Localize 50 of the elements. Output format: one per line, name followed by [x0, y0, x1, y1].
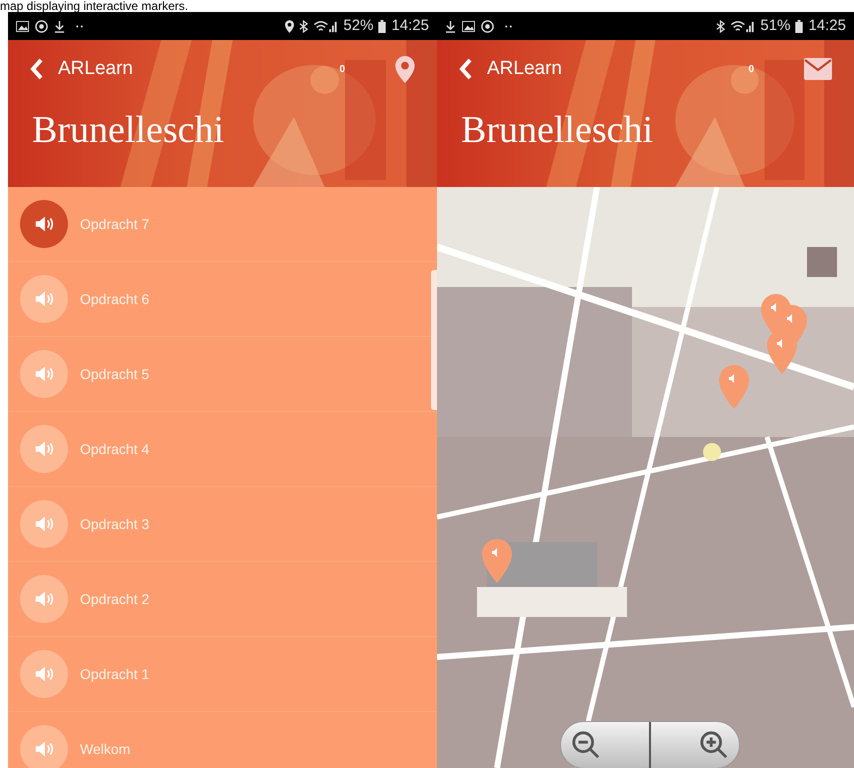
target-icon: [35, 20, 48, 32]
audio-marker[interactable]: [482, 539, 512, 583]
target-icon: [481, 20, 494, 32]
caption-text: map displaying interactive markers.: [0, 0, 190, 12]
speaker-button[interactable]: [20, 500, 68, 548]
list-item[interactable]: Welkom: [20, 725, 425, 768]
speaker-button[interactable]: [20, 725, 68, 768]
list-item[interactable]: Opdracht 7: [20, 200, 425, 248]
item-label: Opdracht 1: [80, 664, 150, 684]
battery-icon: [378, 20, 386, 32]
wifi-signal-icon: [313, 20, 338, 32]
speaker-button[interactable]: [20, 350, 68, 398]
item-label: Opdracht 3: [80, 514, 150, 534]
speaker-button[interactable]: [20, 200, 68, 248]
zoom-out-icon: [571, 730, 601, 760]
battery-icon: [795, 20, 804, 32]
audio-marker-cluster[interactable]: [761, 294, 807, 376]
list-item[interactable]: Opdracht 1: [20, 650, 425, 698]
clock-time: 14:25: [808, 16, 846, 36]
speaker-button[interactable]: [20, 650, 68, 698]
audio-marker[interactable]: [719, 365, 749, 409]
bluetooth-icon: [299, 20, 308, 32]
item-label: Opdracht 5: [80, 364, 150, 384]
item-label: Opdracht 6: [80, 290, 150, 309]
battery-percent: 52%: [343, 16, 374, 36]
battery-percent: 51%: [760, 16, 790, 36]
dots-icon: [504, 24, 513, 28]
item-label: Opdracht 2: [80, 590, 150, 609]
image-icon: [462, 20, 475, 32]
list-item[interactable]: Opdracht 5: [20, 350, 425, 398]
download-icon: [54, 20, 65, 32]
list-item[interactable]: Opdracht 3: [20, 500, 425, 548]
zoom-in-icon: [699, 730, 729, 760]
clock-time: 14:25: [391, 16, 429, 36]
item-label: Opdracht 4: [80, 440, 150, 459]
image-icon: [16, 20, 29, 32]
item-label: Welkom: [80, 740, 130, 758]
dots-icon: [75, 24, 84, 28]
wifi-signal-icon: [730, 20, 756, 32]
location-pin-icon: [285, 20, 294, 32]
list-item[interactable]: Opdracht 4: [20, 425, 425, 473]
bluetooth-icon: [716, 20, 726, 32]
scrollbar-thumb[interactable]: [431, 270, 437, 410]
download-icon: [445, 20, 456, 32]
speaker-button[interactable]: [20, 275, 68, 323]
list-item[interactable]: Opdracht 6: [20, 275, 425, 323]
list-item[interactable]: Opdracht 2: [20, 575, 425, 623]
item-label: Opdracht 7: [80, 214, 150, 234]
speaker-button[interactable]: [20, 575, 68, 623]
speaker-button[interactable]: [20, 425, 68, 473]
